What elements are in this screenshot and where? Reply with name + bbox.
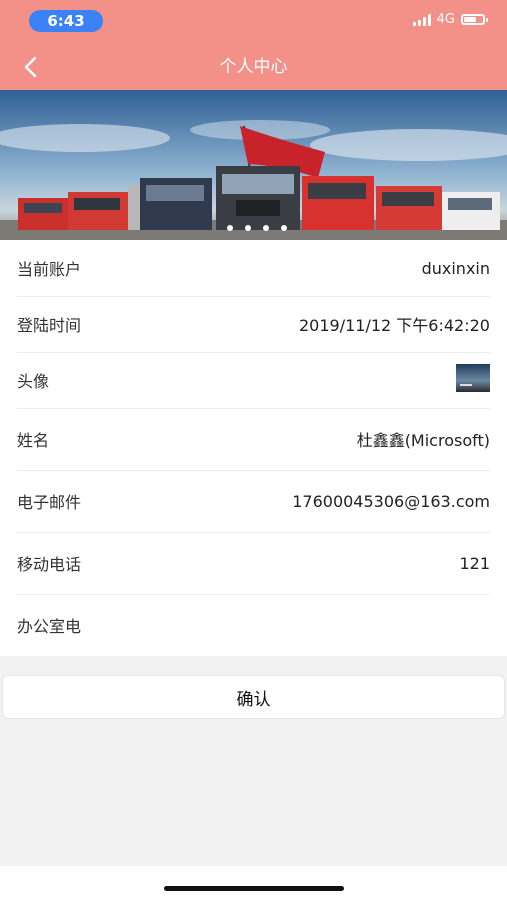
row-current-account: 当前账户 duxinxin [0,240,507,296]
bottom-safe-area [0,866,507,900]
row-label: 当前账户 [17,260,82,279]
truck-banner-image [0,90,507,240]
battery-icon [461,14,488,25]
row-value: duxinxin [421,258,490,278]
page-title: 个人中心 [219,57,288,77]
profile-list: 当前账户 duxinxin 登陆时间 2019/11/12 下午6:42:20 … [0,240,507,656]
row-office-phone: 办公室电 [0,594,507,656]
row-value: 2019/11/12 下午6:42:20 [299,316,490,335]
row-label: 姓名 [17,431,50,450]
avatar[interactable] [456,364,490,396]
status-time: 6:43 [29,10,103,32]
row-value: 121 [459,553,490,573]
status-indicators: 4G [412,12,488,27]
home-indicator[interactable] [164,886,344,891]
row-label: 登陆时间 [17,316,82,335]
row-value: 杜鑫鑫(Microsoft) [356,431,490,450]
row-email: 电子邮件 17600045306@163.com [0,470,507,532]
signal-icon [412,13,431,26]
row-mobile-phone: 移动电话 121 [0,532,507,594]
row-name: 姓名 杜鑫鑫(Microsoft) [0,408,507,470]
status-bar: 6:43 4G [0,0,507,44]
confirm-button[interactable]: 确认 [2,675,505,719]
row-avatar[interactable]: 头像 [0,352,507,408]
nav-bar: 个人中心 [0,44,507,90]
row-label: 移动电话 [17,555,82,574]
row-label: 电子邮件 [17,493,82,512]
row-label: 头像 [17,372,50,391]
row-value: 17600045306@163.com [292,491,490,511]
row-login-time: 登陆时间 2019/11/12 下午6:42:20 [0,296,507,352]
network-type: 4G [436,12,455,27]
row-label: 办公室电 [17,617,82,636]
